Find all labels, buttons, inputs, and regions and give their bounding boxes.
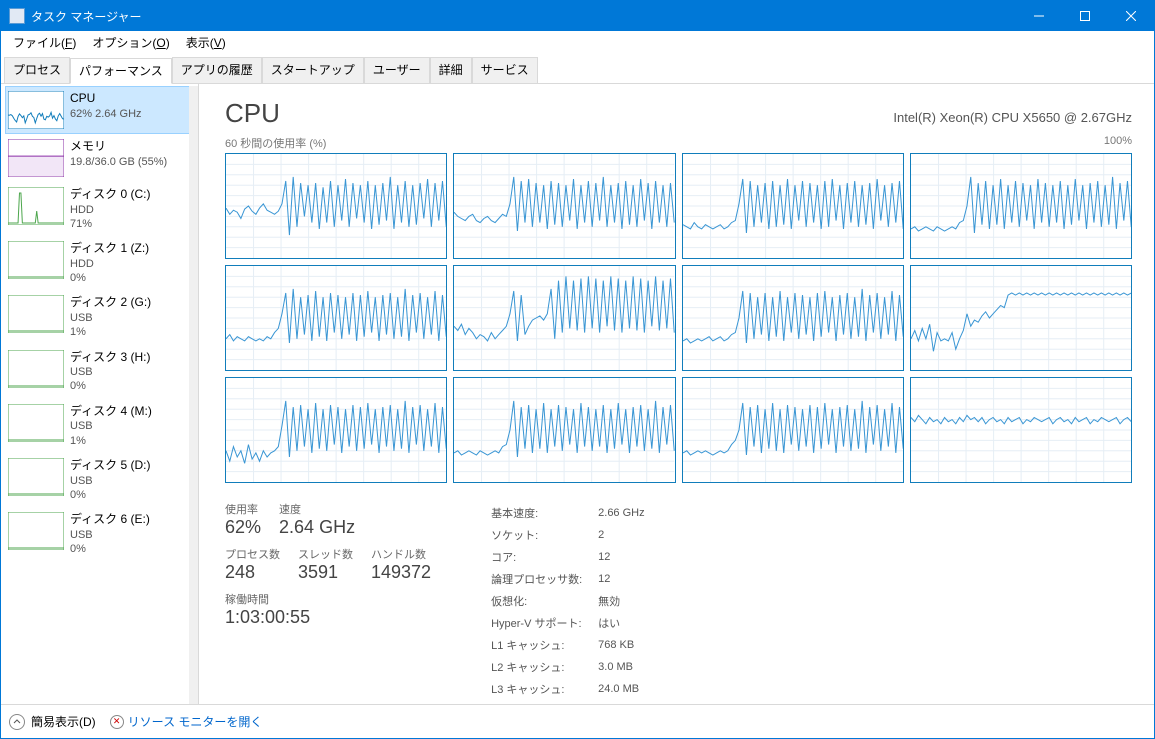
cpu-core-chart [682,265,904,371]
stats-secondary: 基本速度:2.66 GHzソケット:2コア:12論理プロセッサ数:12仮想化:無… [489,501,661,701]
menu-options[interactable]: オプション(O) [84,32,177,53]
sidebar-scrollbar[interactable] [189,86,198,704]
stat-row: Hyper-V サポート:はい [491,613,659,633]
sidebar-item-text: ディスク 2 (G:)USB1% [70,295,151,339]
stat-block: ハンドル数149372 [371,546,431,583]
tab[interactable]: スタートアップ [262,57,364,83]
cpu-core-chart [910,377,1132,483]
sidebar-item[interactable]: ディスク 2 (G:)USB1% [5,290,198,344]
sidebar-item-text: ディスク 0 (C:)HDD71% [70,187,151,231]
sidebar-item[interactable]: ディスク 6 (E:)USB0% [5,507,198,561]
sidebar-thumb [8,241,64,279]
resource-monitor-link[interactable]: ✕ リソース モニターを開く [110,713,263,730]
sidebar-item[interactable]: メモリ19.8/36.0 GB (55%) [5,134,198,182]
cpu-model: Intel(R) Xeon(R) CPU X5650 @ 2.67GHz [893,110,1132,125]
stat-row: L2 キャッシュ:3.0 MB [491,657,659,677]
chart-y-max: 100% [1104,135,1132,151]
sidebar-thumb [8,458,64,496]
menu-file[interactable]: ファイル(F) [5,32,84,53]
sidebar-item-text: ディスク 6 (E:)USB0% [70,512,150,556]
sidebar-item-text: メモリ19.8/36.0 GB (55%) [70,139,167,169]
stat-block: プロセス数248 [225,546,280,583]
cpu-core-chart [453,265,675,371]
sidebar-thumb [8,404,64,442]
stats-primary: 使用率62% 速度2.64 GHz プロセス数248 スレッド数3591 ハンドル数14… [225,501,449,701]
stat-row: 仮想化:無効 [491,591,659,611]
cpu-core-chart [682,377,904,483]
resmon-icon: ✕ [110,715,124,729]
stat-row: L1 キャッシュ:768 KB [491,635,659,655]
stat-block: 使用率62% [225,501,261,538]
statusbar: 簡易表示(D) ✕ リソース モニターを開く [1,704,1154,738]
cpu-core-chart [225,265,447,371]
tab[interactable]: プロセス [4,57,70,83]
resource-monitor-label: リソース モニターを開く [128,713,263,730]
sidebar-item-text: ディスク 1 (Z:)HDD0% [70,241,149,285]
sidebar-thumb [8,350,64,388]
sidebar-item[interactable]: ディスク 5 (D:)USB0% [5,453,198,507]
stat-row: コア:12 [491,547,659,567]
cpu-core-chart [910,153,1132,259]
cpu-core-chart [453,153,675,259]
sidebar-item[interactable]: ディスク 4 (M:)USB1% [5,399,198,453]
stat-block: 速度2.64 GHz [279,501,355,538]
sidebar-thumb [8,512,64,550]
close-button[interactable] [1108,1,1154,31]
tab[interactable]: サービス [472,57,538,83]
page-title: CPU [225,98,280,129]
sidebar-item[interactable]: ディスク 3 (H:)USB0% [5,345,198,399]
minimize-button[interactable] [1016,1,1062,31]
stat-row: ソケット:2 [491,525,659,545]
cpu-core-chart [225,153,447,259]
sidebar: CPU62% 2.64 GHz メモリ19.8/36.0 GB (55%) ディスク… [1,84,199,704]
sidebar-item-text: ディスク 5 (D:)USB0% [70,458,151,502]
sidebar-item[interactable]: ディスク 0 (C:)HDD71% [5,182,198,236]
tab[interactable]: ユーザー [364,57,430,83]
cpu-core-grid [225,153,1132,483]
menu-view[interactable]: 表示(V) [178,32,234,53]
sidebar-item-text: ディスク 3 (H:)USB0% [70,350,151,394]
sidebar-item-text: ディスク 4 (M:)USB1% [70,404,152,448]
sidebar-thumb [8,187,64,225]
app-icon [9,8,25,24]
content: CPU Intel(R) Xeon(R) CPU X5650 @ 2.67GHz… [199,84,1154,704]
stat-row: 論理プロセッサ数:12 [491,569,659,589]
stat-block: スレッド数3591 [298,546,353,583]
fewer-details-label: 簡易表示(D) [31,713,96,730]
cpu-core-chart [225,377,447,483]
tab[interactable]: アプリの履歴 [172,57,262,83]
menubar: ファイル(F) オプション(O) 表示(V) [1,31,1154,54]
titlebar[interactable]: タスク マネージャー [1,1,1154,31]
cpu-core-chart [910,265,1132,371]
maximize-button[interactable] [1062,1,1108,31]
sidebar-thumb [8,295,64,333]
tab[interactable]: 詳細 [430,57,472,83]
fewer-details-button[interactable]: 簡易表示(D) [9,713,96,730]
chevron-up-icon [9,714,25,730]
cpu-core-chart [453,377,675,483]
sidebar-item[interactable]: ディスク 1 (Z:)HDD0% [5,236,198,290]
sidebar-thumb [8,139,64,177]
chart-x-label: 60 秒間の使用率 (%) [225,135,326,151]
tabsbar: プロセスパフォーマンスアプリの履歴スタートアップユーザー詳細サービス [1,54,1154,84]
sidebar-item-text: CPU62% 2.64 GHz [70,91,142,121]
tab[interactable]: パフォーマンス [70,58,172,84]
sidebar-thumb [8,91,64,129]
cpu-core-chart [682,153,904,259]
stat-row: 基本速度:2.66 GHz [491,503,659,523]
window-title: タスク マネージャー [31,8,142,25]
stat-block: 稼働時間1:03:00:55 [225,591,310,628]
stat-row: L3 キャッシュ:24.0 MB [491,679,659,699]
sidebar-item[interactable]: CPU62% 2.64 GHz [5,86,198,134]
